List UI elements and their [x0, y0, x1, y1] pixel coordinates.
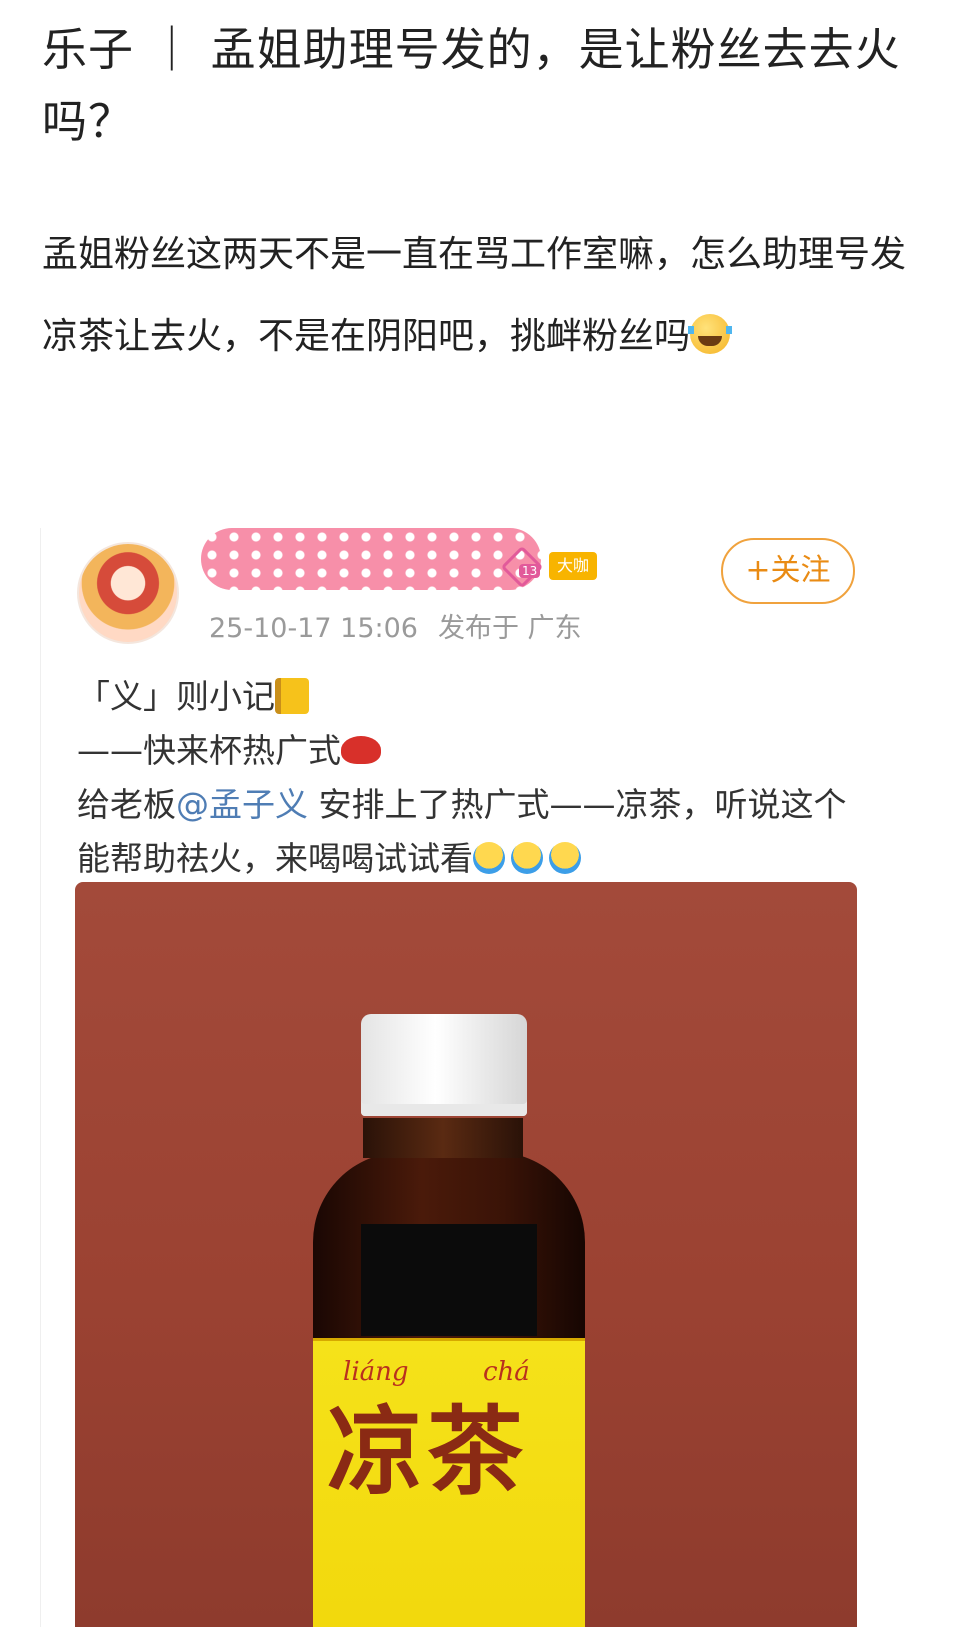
laugh-cry-emoji-icon	[688, 314, 733, 354]
facepalm-icon	[549, 842, 581, 874]
weibo-post-card: 13 大咖 +关注 25-10-17 15:06 发布于 广东 「义」则小记 ——…	[40, 528, 921, 1627]
label-pinyin-liang: liáng	[343, 1357, 409, 1387]
level-number: 13	[519, 564, 541, 578]
post-line-3-prefix: 给老板	[77, 785, 176, 824]
weibo-post-text: 「义」则小记 ——快来杯热广式 给老板@孟子义 安排上了热广式——凉茶，听说这个…	[77, 670, 877, 886]
teapot-icon	[341, 736, 381, 764]
article-body-text: 孟姐粉丝这两天不是一直在骂工作室嘛，怎么助理号发凉茶让去火，不是在阴阳吧，挑衅粉…	[42, 234, 907, 357]
post-line-1-text: 「义」则小记	[77, 677, 275, 716]
label-pinyin-cha: chá	[483, 1357, 530, 1387]
avatar[interactable]	[77, 542, 179, 644]
bottle-cap	[361, 1014, 527, 1116]
post-line-2-text: ——快来杯热广式	[77, 731, 341, 770]
vip-badge: 大咖	[549, 552, 598, 580]
post-meta: 25-10-17 15:06 发布于 广东	[209, 606, 582, 645]
post-location: 发布于 广东	[437, 613, 582, 644]
post-line-2: ——快来杯热广式	[77, 724, 877, 778]
post-timestamp: 25-10-17 15:06	[209, 613, 418, 644]
bottle-neck	[363, 1118, 523, 1158]
censor-box	[361, 1224, 537, 1336]
label-text: 凉茶	[327, 1395, 527, 1508]
post-photo[interactable]: liáng chá 凉茶	[75, 882, 857, 1627]
username-redacted	[201, 528, 541, 590]
facepalm-icon	[473, 842, 505, 874]
follow-button[interactable]: +关注	[721, 538, 855, 604]
mention-link[interactable]: @孟子义	[176, 785, 308, 824]
follow-button-label: +关注	[745, 553, 831, 588]
post-line-1: 「义」则小记	[77, 670, 877, 724]
article-title: 乐子 ｜ 孟姐助理号发的，是让粉丝去去火吗？	[42, 23, 901, 148]
post-line-3: 给老板@孟子义 安排上了热广式——凉茶，听说这个能帮助祛火，来喝喝试试看	[77, 778, 877, 886]
facepalm-icon	[511, 842, 543, 874]
bottle-label: liáng chá 凉茶	[313, 1338, 585, 1627]
notebook-icon	[275, 678, 309, 714]
article-body: 孟姐粉丝这两天不是一直在骂工作室嘛，怎么助理号发凉茶让去火，不是在阴阳吧，挑衅粉…	[42, 214, 922, 378]
